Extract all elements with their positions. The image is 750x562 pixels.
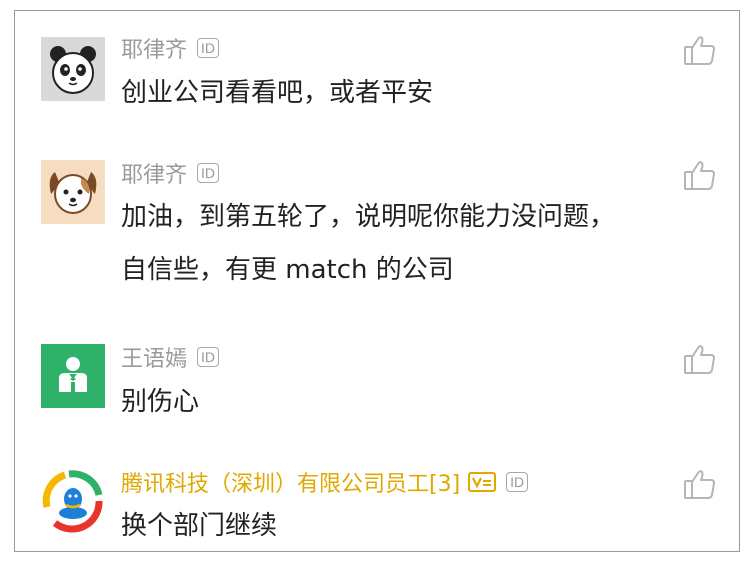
username[interactable]: 耶律齐 (121, 157, 187, 189)
id-badge[interactable]: ID (197, 163, 220, 183)
comment-text: 换个部门继续 (121, 505, 277, 548)
username[interactable]: 腾讯科技（深圳）有限公司员工[3] (121, 466, 460, 498)
name-line: 腾讯科技（深圳）有限公司员工[3] ID (121, 466, 529, 498)
username[interactable]: 耶律齐 (121, 32, 187, 64)
comment-line: 别伤心 (121, 387, 200, 417)
id-badge[interactable]: ID (506, 472, 529, 492)
person-avatar[interactable] (41, 344, 105, 408)
comment-line: 创业公司看看吧，或者平安 (121, 78, 434, 108)
thumbs-up-icon[interactable] (683, 342, 717, 376)
thumbs-up-icon[interactable] (683, 467, 717, 501)
comment-list: 耶律齐 ID 创业公司看看吧，或者平安 耶律齐 ID 加油，到第五轮了，说明呢你… (14, 10, 740, 552)
name-line: 耶律齐 ID (121, 32, 220, 64)
comment-text: 别伤心 (121, 381, 199, 424)
tencent-logo-avatar[interactable] (41, 469, 105, 533)
id-badge[interactable]: ID (197, 38, 220, 58)
comment-text: 创业公司看看吧，或者平安 (121, 72, 433, 115)
name-line: 王语嫣 ID (121, 341, 220, 373)
comment-line: 自信些，有更 match 的公司 (121, 255, 454, 285)
username[interactable]: 王语嫣 (121, 341, 187, 373)
comment-text: 加油，到第五轮了，说明呢你能力没问题， 自信些，有更 match 的公司 (121, 196, 615, 292)
comment-line: 加油，到第五轮了，说明呢你能力没问题， (121, 202, 616, 232)
thumbs-up-icon[interactable] (683, 158, 717, 192)
panda-avatar[interactable] (41, 37, 105, 101)
thumbs-up-icon[interactable] (683, 33, 717, 67)
dog-avatar[interactable] (41, 160, 105, 224)
comment-line: 换个部门继续 (121, 511, 278, 541)
name-line: 耶律齐 ID (121, 157, 220, 189)
id-badge[interactable]: ID (197, 347, 220, 367)
verified-badge-icon (468, 472, 497, 492)
